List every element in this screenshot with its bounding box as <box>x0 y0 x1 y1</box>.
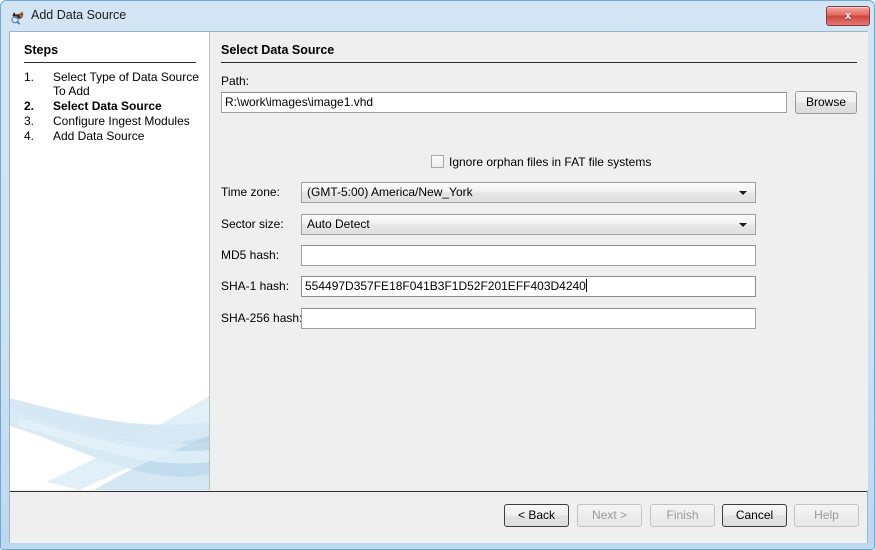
step-label: Add Data Source <box>53 129 145 143</box>
step-number: 1. <box>24 70 35 84</box>
path-label: Path: <box>221 74 250 88</box>
step-number: 4. <box>24 129 35 143</box>
text-caret <box>585 279 587 292</box>
steps-heading-rule <box>24 62 196 63</box>
step-label: Select Type of Data Source To Add <box>53 70 199 98</box>
close-button[interactable]: x <box>826 6 870 26</box>
sha256-label: SHA-256 hash: <box>221 311 303 325</box>
sha1-label: SHA-1 hash: <box>221 279 290 293</box>
dialog-button-bar: < Back Next > Finish Cancel Help <box>10 491 867 543</box>
content-pane: Select Data Source Path: R:\work\images\… <box>210 32 868 490</box>
page-title: Select Data Source <box>221 43 335 57</box>
md5-input[interactable] <box>301 245 756 266</box>
sector-size-label: Sector size: <box>221 217 284 231</box>
dialog-client-area: Steps 1. Select Type of Data Source To A… <box>9 31 868 543</box>
decorative-swoosh-graphic <box>10 396 209 490</box>
step-item-4: 4. Add Data Source <box>24 129 204 143</box>
timezone-value: (GMT-5:00) America/New_York <box>307 185 473 199</box>
page-title-rule <box>221 62 857 63</box>
cancel-button[interactable]: Cancel <box>722 504 787 527</box>
step-number: 2. <box>24 99 35 113</box>
next-button: Next > <box>577 504 642 527</box>
ignore-orphan-label: Ignore orphan files in FAT file systems <box>449 155 652 169</box>
timezone-select[interactable]: (GMT-5:00) America/New_York <box>301 182 756 203</box>
step-item-2: 2. Select Data Source <box>24 99 204 113</box>
finish-button: Finish <box>650 504 715 527</box>
browse-button[interactable]: Browse <box>795 91 857 114</box>
back-button[interactable]: < Back <box>504 504 569 527</box>
close-icon: x <box>844 10 852 22</box>
step-item-3: 3. Configure Ingest Modules <box>24 114 204 128</box>
step-label: Select Data Source <box>53 99 162 113</box>
dialog-window: Add Data Source x Steps 1. Select Type o… <box>0 0 875 550</box>
autopsy-dog-icon <box>10 9 26 25</box>
sha256-input[interactable] <box>301 308 756 329</box>
step-label: Configure Ingest Modules <box>53 114 190 128</box>
timezone-label: Time zone: <box>221 185 280 199</box>
steps-heading: Steps <box>24 43 59 57</box>
sector-size-value: Auto Detect <box>307 217 370 231</box>
step-number: 3. <box>24 114 35 128</box>
steps-list: 1. Select Type of Data Source To Add 2. … <box>24 70 204 144</box>
md5-label: MD5 hash: <box>221 248 280 262</box>
step-item-1: 1. Select Type of Data Source To Add <box>24 70 204 98</box>
ignore-orphan-checkbox[interactable] <box>431 155 444 168</box>
chevron-down-icon <box>739 191 747 195</box>
sector-size-select[interactable]: Auto Detect <box>301 214 756 235</box>
chevron-down-icon <box>739 223 747 227</box>
steps-pane: Steps 1. Select Type of Data Source To A… <box>10 32 210 490</box>
path-input[interactable]: R:\work\images\image1.vhd <box>221 92 787 113</box>
help-button: Help <box>794 504 859 527</box>
title-bar: Add Data Source x <box>1 1 875 31</box>
window-title: Add Data Source <box>31 8 127 22</box>
sha1-value: 554497D357FE18F041B3F1D52F201EFF403D4240 <box>305 279 586 293</box>
sha1-input[interactable]: 554497D357FE18F041B3F1D52F201EFF403D4240 <box>301 276 756 297</box>
